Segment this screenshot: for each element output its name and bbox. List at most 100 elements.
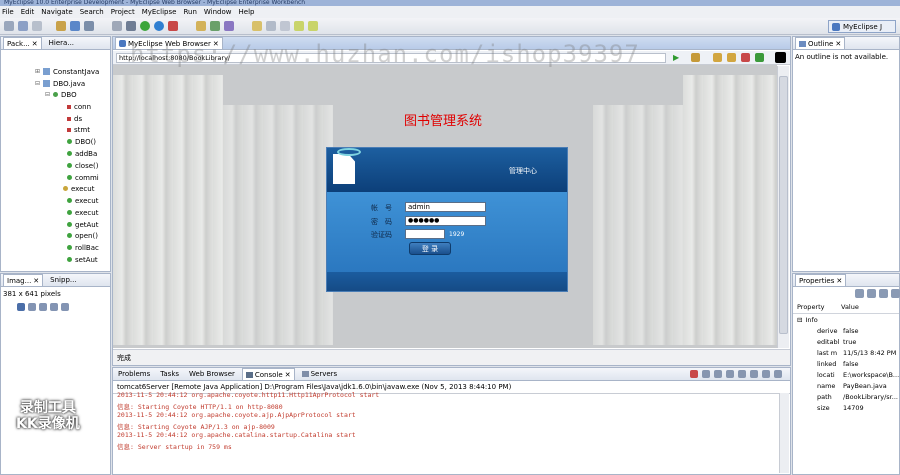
run-icon[interactable] (140, 21, 150, 31)
scroll-lock-icon[interactable] (738, 370, 746, 378)
password-input[interactable]: ●●●●●● (405, 216, 486, 226)
property-row[interactable]: derive false (793, 327, 900, 337)
stop-icon[interactable] (741, 53, 750, 62)
menu-file[interactable]: File (2, 8, 14, 16)
terminate-icon[interactable] (690, 370, 698, 378)
tree-item-member[interactable]: setAut (67, 254, 98, 265)
save-icon[interactable] (18, 21, 28, 31)
tree-item-dbo-java[interactable]: ⊟ DBO.java (35, 78, 85, 89)
restore-default-icon[interactable] (879, 289, 888, 298)
perspective-switcher[interactable]: MyEclipse J (828, 20, 896, 33)
scroll-thumb[interactable] (779, 76, 788, 334)
zoom-fit-icon[interactable] (50, 303, 58, 311)
tab-package-explorer[interactable]: Pack... ✕ (3, 37, 42, 49)
tab-image[interactable]: Imag... ✕ (3, 274, 44, 287)
back-icon[interactable] (713, 53, 722, 62)
menu-edit[interactable]: Edit (21, 8, 35, 16)
console-scrollbar[interactable] (779, 393, 789, 473)
captcha-input[interactable] (405, 229, 445, 239)
property-row[interactable]: name PayBean.java (793, 382, 900, 392)
menu-myeclipse[interactable]: MyEclipse (142, 8, 177, 16)
property-row[interactable]: locati E:\workspace\B... (793, 371, 900, 381)
close-icon[interactable]: ✕ (32, 38, 38, 50)
collapse-icon[interactable]: ⊟ (35, 80, 40, 87)
property-row[interactable]: linked false (793, 360, 900, 370)
tree-item-member[interactable]: execut (67, 207, 98, 218)
tab-tasks[interactable]: Tasks (157, 368, 182, 380)
login-button[interactable]: 登 录 (409, 242, 451, 255)
zoom-actual-icon[interactable] (61, 303, 69, 311)
tree-item-member[interactable]: close() (67, 160, 99, 171)
browser-icon[interactable] (112, 21, 122, 31)
collapse-icon[interactable]: ⊟ (797, 316, 802, 324)
stop-icon[interactable] (168, 21, 178, 31)
clear-icon[interactable] (726, 370, 734, 378)
pin-icon[interactable] (750, 370, 758, 378)
search-icon[interactable] (266, 21, 276, 31)
tab-outline[interactable]: Outline ✕ (795, 37, 846, 50)
tree-item-constant[interactable]: ⊞ ConstantJava (35, 66, 99, 77)
open-console-icon[interactable] (774, 370, 782, 378)
menu-window[interactable]: Window (204, 8, 232, 16)
menu-help[interactable]: Help (239, 8, 255, 16)
annotation-icon[interactable] (280, 21, 290, 31)
server-icon[interactable] (70, 21, 80, 31)
tree-item-member[interactable]: getAut (67, 219, 98, 230)
forward-icon[interactable] (727, 53, 736, 62)
deploy-icon[interactable] (84, 21, 94, 31)
tree-item-member[interactable]: execut (63, 183, 94, 194)
folder-icon[interactable] (56, 21, 66, 31)
new-class-icon[interactable] (210, 21, 220, 31)
property-row[interactable]: editabl true (793, 338, 900, 348)
close-icon[interactable]: ✕ (835, 38, 841, 50)
tree-item-member[interactable]: conn (67, 101, 91, 112)
settings-icon[interactable] (126, 21, 136, 31)
tree-item-member[interactable]: DBO() (67, 136, 96, 147)
menu-run[interactable]: Run (183, 8, 196, 16)
back-icon[interactable] (294, 21, 304, 31)
tree-item-dbo-class[interactable]: ⊟ DBO (45, 89, 77, 100)
debug-icon[interactable] (154, 21, 164, 31)
menu-project[interactable]: Project (111, 8, 135, 16)
property-row[interactable]: last m 11/5/13 8:42 PM (793, 349, 900, 359)
close-icon[interactable]: ✕ (33, 275, 39, 287)
tree-item-member[interactable]: ds (67, 113, 82, 124)
save-image-icon[interactable] (17, 303, 25, 311)
categories-icon[interactable] (855, 289, 864, 298)
tree-item-member[interactable]: commi (67, 172, 99, 183)
view-source-icon[interactable] (775, 52, 786, 63)
refresh-icon[interactable] (755, 53, 764, 62)
close-icon[interactable]: ✕ (285, 369, 291, 381)
advanced-icon[interactable] (867, 289, 876, 298)
tab-console[interactable]: Console ✕ (241, 368, 295, 381)
tree-item-member[interactable]: execut (67, 195, 98, 206)
remove-icon[interactable] (702, 370, 710, 378)
tab-hierarchy[interactable]: Hiera... (46, 37, 77, 49)
expand-icon[interactable]: ⊞ (35, 68, 40, 75)
menu-search[interactable]: Search (80, 8, 104, 16)
tree-item-member[interactable]: rollBac (67, 242, 99, 253)
tree-item-member[interactable]: addBa (67, 148, 97, 159)
settings-icon[interactable] (691, 53, 700, 62)
menu-navigate[interactable]: Navigate (41, 8, 72, 16)
properties-group[interactable]: ⊟ Info (797, 316, 818, 324)
property-row[interactable]: size 14709 (793, 404, 900, 414)
new-package-icon[interactable] (196, 21, 206, 31)
forward-icon[interactable] (308, 21, 318, 31)
tab-problems[interactable]: Problems (115, 368, 153, 380)
username-input[interactable]: admin (405, 202, 486, 212)
close-icon[interactable]: ✕ (836, 275, 842, 287)
tab-properties[interactable]: Properties ✕ (795, 274, 847, 287)
tab-servers[interactable]: Servers (299, 368, 341, 380)
tree-item-member[interactable]: open() (67, 230, 98, 241)
tree-item-member[interactable]: stmt (67, 124, 90, 135)
zoom-out-icon[interactable] (39, 303, 47, 311)
display-console-icon[interactable] (762, 370, 770, 378)
collapse-icon[interactable]: ⊟ (45, 91, 50, 98)
browser-scrollbar[interactable] (777, 66, 789, 348)
new-icon[interactable] (4, 21, 14, 31)
tab-snippets[interactable]: Snipp... (47, 274, 79, 286)
print-icon[interactable] (32, 21, 42, 31)
remove-all-icon[interactable] (714, 370, 722, 378)
zoom-in-icon[interactable] (28, 303, 36, 311)
